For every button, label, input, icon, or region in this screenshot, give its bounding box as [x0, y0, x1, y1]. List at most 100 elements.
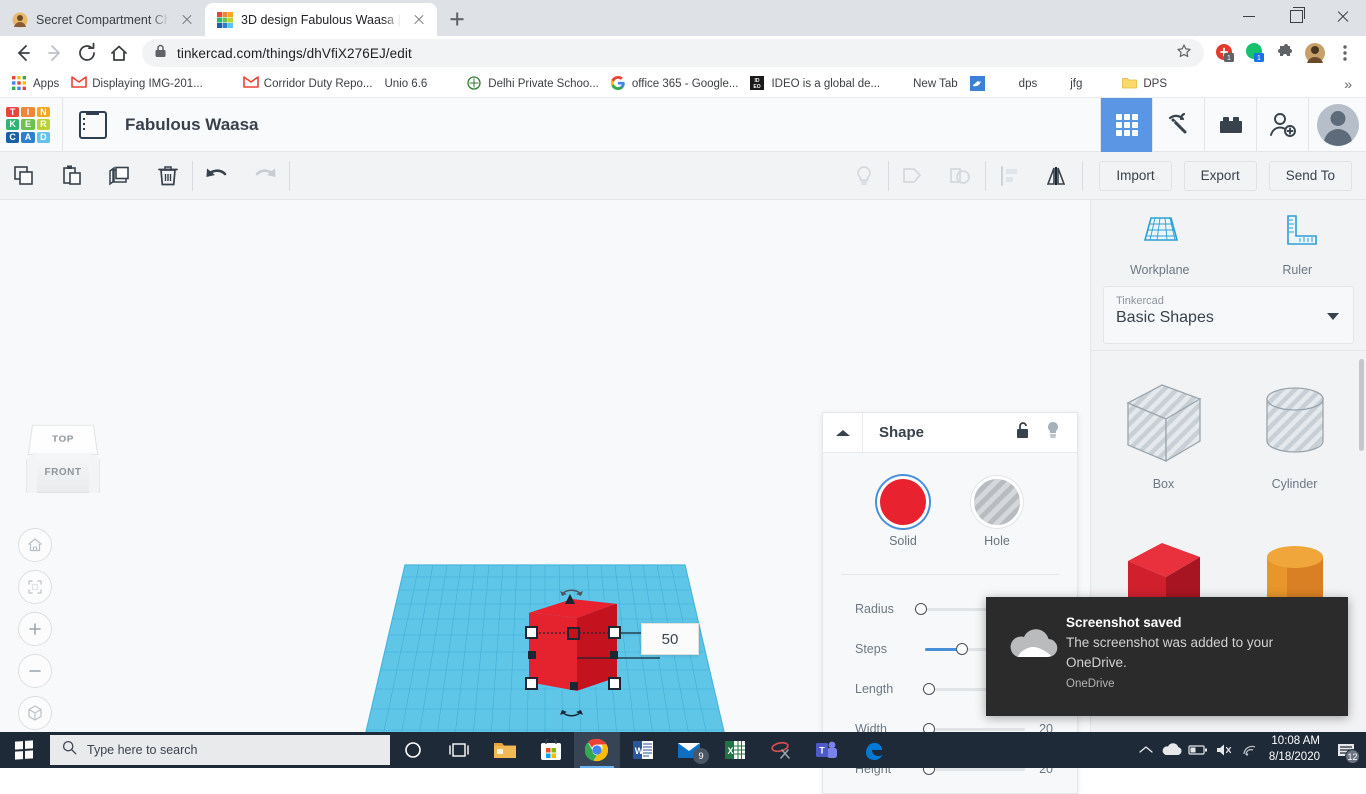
bookmark-star-icon[interactable] [1176, 43, 1192, 64]
bookmark-globe-1[interactable] [209, 73, 237, 95]
lightbulb-icon[interactable] [840, 152, 888, 200]
new-tab-button[interactable] [443, 5, 471, 33]
bookmarks-overflow-button[interactable]: » [1336, 76, 1360, 92]
mail-icon[interactable]: 9 [666, 732, 712, 768]
import-button[interactable]: Import [1099, 161, 1171, 191]
windows-start-icon[interactable] [0, 732, 48, 768]
view-cube-top-face[interactable]: TOP [28, 425, 99, 455]
bookmark-globe-2[interactable] [433, 73, 461, 95]
taskbar-clock[interactable]: 10:08 AM 8/18/2020 [1263, 734, 1330, 765]
close-icon[interactable] [411, 12, 427, 28]
bookmark-new-tab[interactable]: New Tab [886, 73, 964, 95]
avatar[interactable] [1308, 98, 1366, 152]
file-explorer-icon[interactable] [482, 732, 528, 768]
minimize-icon[interactable] [1228, 0, 1274, 32]
bookmark-apps[interactable]: Apps [6, 73, 65, 95]
zoom-in-icon[interactable] [18, 612, 52, 646]
ungroup-icon[interactable] [937, 152, 985, 200]
profile-avatar-icon[interactable] [1302, 40, 1328, 66]
delete-icon[interactable] [144, 152, 192, 200]
hole-pattern-swatch[interactable] [974, 479, 1020, 525]
chrome-icon[interactable] [574, 732, 620, 768]
home-view-icon[interactable] [18, 528, 52, 562]
bookmark-folder-dps[interactable]: DPS [1116, 73, 1173, 95]
bookmark-office-365[interactable]: office 365 - Google... [605, 73, 745, 95]
align-icon[interactable] [986, 152, 1034, 200]
export-button[interactable]: Export [1184, 161, 1257, 191]
dimension-tooltip[interactable]: 50 [641, 623, 699, 655]
search-input[interactable]: Type here to search [50, 735, 390, 765]
teams-icon[interactable]: T [804, 732, 850, 768]
grid-apps-icon[interactable] [1100, 98, 1152, 152]
chrome-menu-icon[interactable] [1332, 40, 1358, 66]
shape-item-box[interactable]: Box [1101, 367, 1226, 517]
workplane-tool[interactable]: Workplane [1091, 200, 1229, 280]
onedrive-icon[interactable] [1159, 732, 1185, 768]
lightbulb-icon[interactable] [1045, 421, 1061, 444]
solid-mode-option[interactable]: Solid [880, 479, 926, 548]
invite-person-icon[interactable] [1256, 98, 1308, 152]
bookmark-jfg[interactable]: jfg [1043, 73, 1088, 95]
bookmark-unio[interactable]: Unio 6.6 [378, 75, 433, 93]
bookmark-globe-3[interactable] [1088, 73, 1116, 95]
puzzle-icon[interactable] [1272, 40, 1298, 66]
action-center-icon[interactable]: 12 [1330, 732, 1362, 768]
undo-icon[interactable] [193, 152, 241, 200]
close-icon[interactable] [179, 12, 195, 28]
close-window-icon[interactable] [1320, 0, 1366, 32]
grammar-icon[interactable]: 1 [1242, 40, 1268, 66]
adblock-icon[interactable]: 1 [1212, 40, 1238, 66]
reload-icon[interactable] [72, 38, 102, 68]
brick-blocks-icon[interactable] [1204, 98, 1256, 152]
tinkercad-logo[interactable]: T I N K E R C A D [2, 103, 54, 147]
pickaxe-icon[interactable] [1152, 98, 1204, 152]
battery-icon[interactable] [1185, 732, 1211, 768]
word-icon[interactable]: W [620, 732, 666, 768]
zoom-out-icon[interactable] [18, 654, 52, 688]
chevron-up-icon[interactable] [1133, 732, 1159, 768]
back-arrow-icon[interactable] [8, 38, 38, 68]
fit-view-icon[interactable] [18, 570, 52, 604]
onedrive-notification-toast[interactable]: Screenshot saved The screenshot was adde… [986, 597, 1348, 716]
task-view-icon[interactable] [436, 732, 482, 768]
paste-icon[interactable] [48, 152, 96, 200]
view-cube[interactable]: TOP FRONT [22, 422, 104, 498]
mirror-icon[interactable] [1034, 152, 1082, 200]
wifi-icon[interactable] [1237, 732, 1263, 768]
list-menu-icon[interactable] [79, 111, 107, 139]
view-cube-front-face[interactable]: FRONT [34, 453, 92, 493]
home-icon[interactable] [104, 38, 134, 68]
redo-icon[interactable] [241, 152, 289, 200]
bookmark-displaying-img[interactable]: Displaying IMG-201... [65, 73, 209, 95]
maximize-icon[interactable] [1274, 0, 1320, 32]
shape-library-select[interactable]: Tinkercad Basic Shapes [1103, 286, 1354, 344]
sidebar-scrollbar[interactable] [1359, 359, 1364, 451]
perspective-toggle-icon[interactable] [18, 696, 52, 730]
forward-arrow-icon[interactable] [40, 38, 70, 68]
address-bar[interactable]: tinkercad.com/things/dhVfiX276EJ/edit [142, 39, 1204, 67]
excel-icon[interactable]: X [712, 732, 758, 768]
group-icon[interactable] [889, 152, 937, 200]
snip-tool-icon[interactable] [758, 732, 804, 768]
bookmark-dps[interactable]: dps [992, 73, 1044, 95]
send-to-button[interactable]: Send To [1269, 161, 1352, 191]
cortana-circle-icon[interactable] [390, 732, 436, 768]
microsoft-store-icon[interactable] [528, 732, 574, 768]
bookmark-delhi-private-school[interactable]: Delhi Private Schoo... [461, 73, 605, 95]
unlock-icon[interactable] [1015, 421, 1031, 444]
bookmark-bird[interactable] [964, 73, 992, 95]
chevron-down-icon[interactable] [1327, 313, 1339, 320]
browser-tab-2[interactable]: 3D design Fabulous Waasa | Tink [205, 3, 437, 36]
chevron-up-icon[interactable] [823, 413, 863, 453]
edge-icon[interactable] [850, 732, 896, 768]
ruler-tool[interactable]: Ruler [1229, 200, 1366, 280]
hole-mode-option[interactable]: Hole [974, 479, 1020, 548]
solid-color-swatch[interactable] [880, 479, 926, 525]
copy-icon[interactable] [0, 152, 48, 200]
bookmark-ideo[interactable]: IDEO IDEO is a global de... [744, 73, 886, 95]
browser-tab-1[interactable]: Secret Compartment Challenge - [0, 3, 205, 36]
bookmark-corridor-duty[interactable]: Corridor Duty Repo... [237, 73, 379, 95]
duplicate-icon[interactable] [96, 152, 144, 200]
shape-item-cylinder[interactable]: Cylinder [1232, 367, 1357, 517]
volume-muted-icon[interactable] [1211, 732, 1237, 768]
